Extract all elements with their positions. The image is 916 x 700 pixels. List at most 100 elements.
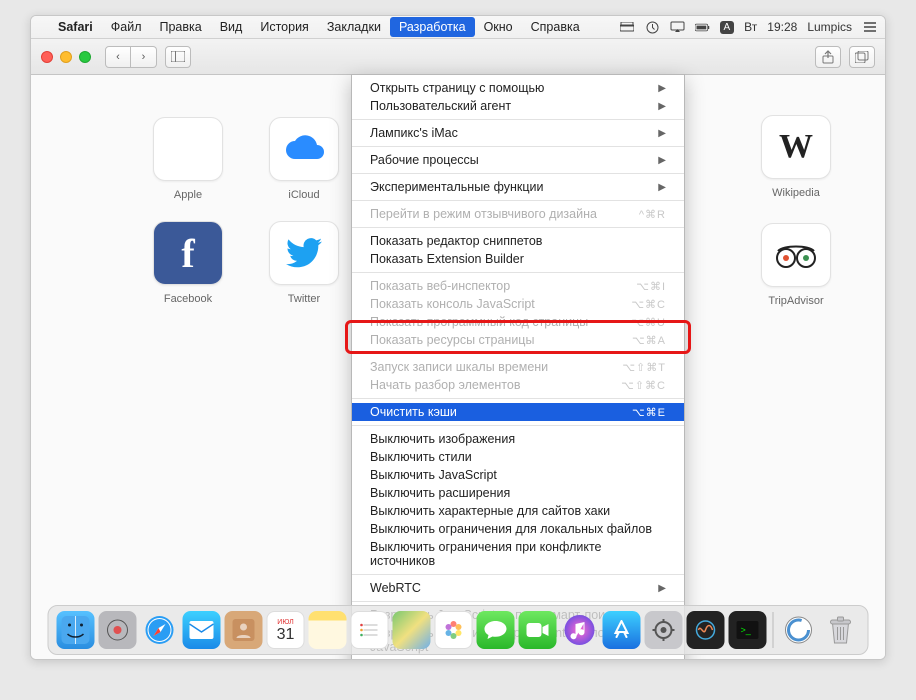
dock-trash[interactable] [822,611,860,649]
tripadvisor-icon [761,223,831,287]
menu-shortcut: ⌥⇧⌘C [621,379,666,392]
apple-icon [153,117,223,181]
dock-safari[interactable] [141,611,179,649]
menu-window[interactable]: Окно [475,17,522,37]
menu-item-label: Лампикс's iMac [370,126,458,140]
menu-bookmarks[interactable]: Закладки [318,17,390,37]
close-window-button[interactable] [41,51,53,63]
airplay-icon[interactable] [670,21,685,34]
menu-help[interactable]: Справка [522,17,589,37]
dock-facetime[interactable] [519,611,557,649]
dock-launchpad[interactable] [99,611,137,649]
menu-item: Начать разбор элементов⌥⇧⌘C [352,376,684,394]
menu-item[interactable]: Открыть страницу с помощью▶ [352,79,684,97]
cloud-icon [269,117,339,181]
timemachine-icon[interactable] [645,21,660,34]
menu-item: Показать программный код страницы⌥⌘U [352,313,684,331]
menu-file[interactable]: Файл [102,17,151,37]
favorite-twitter[interactable]: Twitter [265,221,343,305]
forward-button[interactable]: › [131,46,157,68]
share-button[interactable] [815,46,841,68]
menu-develop[interactable]: Разработка [390,17,475,37]
favorite-apple[interactable]: Apple [149,117,227,201]
menu-item[interactable]: Пользовательский агент▶ [352,97,684,115]
dock-notes[interactable] [309,611,347,649]
minimize-window-button[interactable] [60,51,72,63]
user-name[interactable]: Lumpics [807,20,852,34]
menu-shortcut: ^⌘R [639,208,666,221]
menu-separator [352,227,684,228]
menu-item[interactable]: Выключить JavaScript [352,466,684,484]
menu-shortcut: ⌥⌘U [631,316,666,329]
dock-terminal[interactable]: >_ [729,611,767,649]
dock-contacts[interactable] [225,611,263,649]
notification-center-icon[interactable] [862,21,877,34]
favorite-tripadvisor[interactable]: TripAdvisor [757,223,835,307]
zoom-window-button[interactable] [79,51,91,63]
menu-view[interactable]: Вид [211,17,252,37]
twitter-icon [269,221,339,285]
dock-appstore[interactable] [603,611,641,649]
menu-item-label: Перейти в режим отзывчивого дизайна [370,207,597,221]
menu-history[interactable]: История [251,17,317,37]
menu-item[interactable]: Выключить ограничения при конфликте исто… [352,538,684,570]
menu-item[interactable]: Очистить кэши⌥⌘E [352,403,684,421]
clock-time: 19:28 [767,20,797,34]
menu-item[interactable]: Экспериментальные функции▶ [352,178,684,196]
dock-itunes[interactable] [561,611,599,649]
dock-calendar[interactable]: ИЮЛ31 [267,611,305,649]
menu-item[interactable]: Показать Extension Builder [352,250,684,268]
dock-finder[interactable] [57,611,95,649]
sidebar-button[interactable] [165,46,191,68]
dock-downloads[interactable] [780,611,818,649]
menu-separator [352,398,684,399]
menu-item-label: Показать ресурсы страницы [370,333,534,347]
menu-item[interactable]: Выключить расширения [352,484,684,502]
favorite-icloud[interactable]: iCloud [265,117,343,201]
menu-item-label: Показать редактор сниппетов [370,234,542,248]
disk-icon[interactable] [620,21,635,34]
favorite-wikipedia[interactable]: W Wikipedia [757,115,835,199]
menu-item-label: Выключить расширения [370,486,510,500]
menu-item[interactable]: Лампикс's iMac▶ [352,124,684,142]
input-source-badge[interactable]: А [720,21,735,34]
dock-photos[interactable] [435,611,473,649]
dock-mail[interactable] [183,611,221,649]
dock-maps[interactable] [393,611,431,649]
menu-item[interactable]: Выключить ограничения для локальных файл… [352,520,684,538]
app-name[interactable]: Safari [49,17,102,37]
dock-reminders[interactable] [351,611,389,649]
menu-item[interactable]: WebRTC▶ [352,579,684,597]
menu-item-label: Показать консоль JavaScript [370,297,535,311]
menu-item-label: Выключить ограничения для локальных файл… [370,522,652,536]
menu-item[interactable]: Рабочие процессы▶ [352,151,684,169]
menu-item[interactable]: Выключить стили [352,448,684,466]
menu-item[interactable]: Показать редактор сниппетов [352,232,684,250]
back-button[interactable]: ‹ [105,46,131,68]
menu-item-label: Выключить ограничения при конфликте исто… [370,540,666,568]
menu-item-label: Выключить характерные для сайтов хаки [370,504,610,518]
menu-item: Запуск записи шкалы времени⌥⇧⌘T [352,358,684,376]
favorite-facebook[interactable]: f Facebook [149,221,227,305]
menu-item: Показать консоль JavaScript ⌥⌘C [352,295,684,313]
dock-messages[interactable] [477,611,515,649]
menu-shortcut: ⌥⌘C [631,298,666,311]
favorite-label: Apple [149,189,227,201]
submenu-arrow-icon: ▶ [658,83,666,94]
menu-item[interactable]: Выключить характерные для сайтов хаки [352,502,684,520]
menu-item[interactable]: Выключить изображения [352,430,684,448]
tabs-button[interactable] [849,46,875,68]
menu-separator [352,272,684,273]
menu-separator [352,353,684,354]
menu-shortcut: ⌥⌘I [636,280,666,293]
menu-edit[interactable]: Правка [150,17,210,37]
dock-preferences[interactable] [645,611,683,649]
menu-shortcut: ⌥⌘E [632,406,666,419]
menu-item[interactable]: Разрешить удаленную автоматизацию [352,656,684,660]
menu-item-label: Выключить изображения [370,432,515,446]
battery-icon[interactable] [695,21,710,34]
dock-siri[interactable] [687,611,725,649]
clock-day: Вт [744,20,757,34]
menu-item: Показать ресурсы страницы⌥⌘A [352,331,684,349]
menu-item-label: Экспериментальные функции [370,180,544,194]
